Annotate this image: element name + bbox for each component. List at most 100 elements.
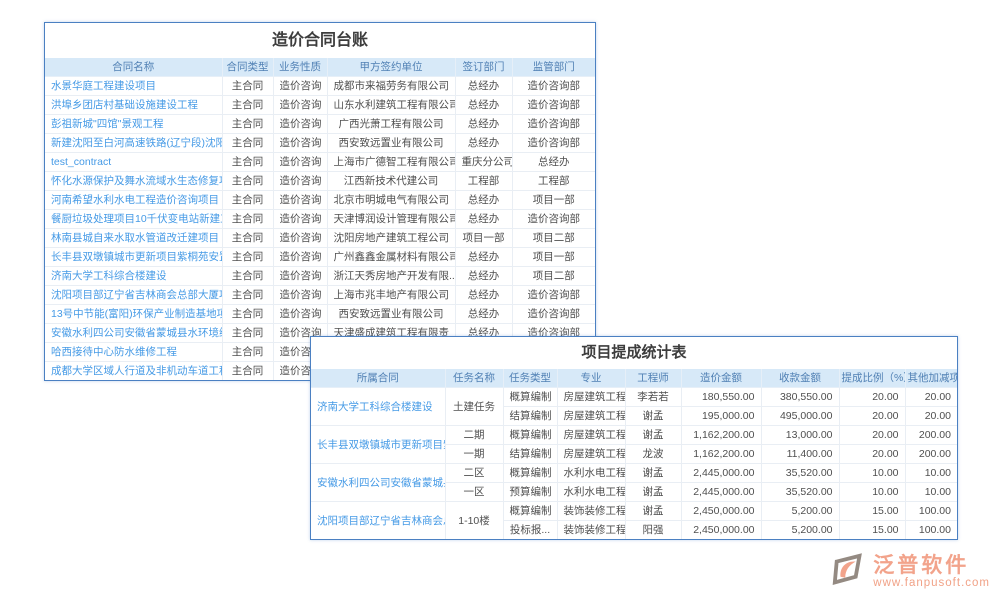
ledger-cell-signing-dept: 总经办 (455, 76, 512, 95)
commission-row: 沈阳项目部辽宁省吉林商会总部大厦项目1-10楼概算编制装饰装修工程谢孟2,450… (311, 501, 957, 520)
ledger-cell-contract-type: 主合同 (222, 228, 273, 247)
ledger-cell-contract-name[interactable]: test_contract (45, 152, 222, 171)
commission-cell-specialty: 装饰装修工程 (557, 501, 625, 520)
commission-cell-task-type: 预算编制 (503, 482, 557, 501)
ledger-cell-contract-name[interactable]: 济南大学工科综合楼建设 (45, 266, 222, 285)
ledger-cell-contract-name[interactable]: 13号中节能(富阳)环保产业制造基地项目 (45, 304, 222, 323)
commission-cell-contract[interactable]: 长丰县双墩镇城市更新项目紫桐苑安置点 (311, 425, 445, 463)
ledger-cell-signing-dept: 工程部 (455, 171, 512, 190)
ledger-cell-signing-dept: 总经办 (455, 190, 512, 209)
ledger-cell-contract-name[interactable]: 怀化水源保护及舞水流域水生态修复项目合 (45, 171, 222, 190)
ledger-cell-business-nature: 造价咨询 (273, 285, 327, 304)
ledger-cell-contract-name[interactable]: 水景华庭工程建设项目 (45, 76, 222, 95)
commission-cell-task-type: 概算编制 (503, 425, 557, 444)
commission-cell-task-type: 投标报... (503, 520, 557, 539)
commission-cell-received-amount: 5,200.00 (761, 520, 839, 539)
commission-header-row: 所属合同任务名称任务类型专业工程师造价金额收款金额提成比例（%）其他加减项 (311, 369, 957, 387)
ledger-cell-signing-dept: 总经办 (455, 95, 512, 114)
ledger-cell-contract-name[interactable]: 林南县城自来水取水管道改迁建项目（二期 (45, 228, 222, 247)
commission-cell-task-name: 土建任务 (445, 387, 503, 425)
ledger-cell-contract-name[interactable]: 新建沈阳至白河高速铁路(辽宁段)沈阳枢纽 (45, 133, 222, 152)
ledger-cell-contract-type: 主合同 (222, 247, 273, 266)
ledger-cell-party-a-unit: 上海市广德智工程有限公司 (327, 152, 455, 171)
ledger-cell-signing-dept: 项目一部 (455, 228, 512, 247)
ledger-cell-contract-name[interactable]: 长丰县双墩镇城市更新项目紫桐苑安置点 (45, 247, 222, 266)
commission-cell-task-type: 概算编制 (503, 501, 557, 520)
ledger-cell-party-a-unit: 西安致远置业有限公司 (327, 133, 455, 152)
ledger-cell-signing-dept: 重庆分公司 (455, 152, 512, 171)
ledger-cell-signing-dept: 总经办 (455, 114, 512, 133)
commission-cell-received-amount: 5,200.00 (761, 501, 839, 520)
ledger-cell-supervising-dept: 造价咨询部 (512, 76, 595, 95)
commission-cell-contract[interactable]: 沈阳项目部辽宁省吉林商会总部大厦项目 (311, 501, 445, 539)
ledger-cell-contract-type: 主合同 (222, 152, 273, 171)
commission-cell-task-type: 结算编制 (503, 406, 557, 425)
ledger-cell-business-nature: 造价咨询 (273, 266, 327, 285)
ledger-row: 餐厨垃圾处理项目10千伏变电站新建工程主合同造价咨询天津博润设计管理有限公司总经… (45, 209, 595, 228)
ledger-col-contract-name: 合同名称 (45, 58, 222, 76)
commission-cell-specialty: 房屋建筑工程 (557, 387, 625, 406)
ledger-cell-party-a-unit: 浙江天秀房地产开发有限... (327, 266, 455, 285)
ledger-cell-contract-type: 主合同 (222, 304, 273, 323)
commission-title: 项目提成统计表 (311, 337, 957, 369)
ledger-cell-party-a-unit: 广州鑫鑫金属材料有限公司 (327, 247, 455, 266)
ledger-cell-contract-name[interactable]: 沈阳项目部辽宁省吉林商会总部大厦项目 (45, 285, 222, 304)
ledger-cell-contract-type: 主合同 (222, 114, 273, 133)
commission-col-commission-ratio: 提成比例（%） (839, 369, 905, 387)
ledger-cell-party-a-unit: 沈阳房地产建筑工程公司 (327, 228, 455, 247)
ledger-cell-contract-type: 主合同 (222, 133, 273, 152)
commission-cell-commission-ratio: 10.00 (839, 463, 905, 482)
ledger-cell-contract-name[interactable]: 彭祖新城"四馆"景观工程 (45, 114, 222, 133)
commission-col-task-name: 任务名称 (445, 369, 503, 387)
commission-cell-other-adjustment: 100.00 (905, 520, 957, 539)
commission-col-cost-amount: 造价金额 (681, 369, 761, 387)
commission-cell-other-adjustment: 10.00 (905, 463, 957, 482)
ledger-cell-signing-dept: 总经办 (455, 285, 512, 304)
ledger-cell-contract-name[interactable]: 成都大学区域人行道及非机动车道工程施工 (45, 361, 222, 380)
ledger-cell-contract-name[interactable]: 洪埠乡团店村基础设施建设工程 (45, 95, 222, 114)
ledger-cell-signing-dept: 总经办 (455, 133, 512, 152)
commission-cell-other-adjustment: 200.00 (905, 425, 957, 444)
ledger-cell-business-nature: 造价咨询 (273, 304, 327, 323)
commission-cell-task-name: 一区 (445, 482, 503, 501)
commission-cell-commission-ratio: 20.00 (839, 444, 905, 463)
commission-cell-received-amount: 380,550.00 (761, 387, 839, 406)
commission-cell-cost-amount: 1,162,200.00 (681, 444, 761, 463)
ledger-row: 长丰县双墩镇城市更新项目紫桐苑安置点主合同造价咨询广州鑫鑫金属材料有限公司总经办… (45, 247, 595, 266)
ledger-row: 13号中节能(富阳)环保产业制造基地项目主合同造价咨询西安致远置业有限公司总经办… (45, 304, 595, 323)
ledger-cell-contract-type: 主合同 (222, 285, 273, 304)
ledger-cell-party-a-unit: 北京市明城电气有限公司 (327, 190, 455, 209)
ledger-cell-contract-name[interactable]: 餐厨垃圾处理项目10千伏变电站新建工程 (45, 209, 222, 228)
ledger-cell-business-nature: 造价咨询 (273, 133, 327, 152)
ledger-cell-contract-name[interactable]: 安徽水利四公司安徽省蒙城县水环境综合治 (45, 323, 222, 342)
ledger-cell-business-nature: 造价咨询 (273, 190, 327, 209)
ledger-cell-supervising-dept: 总经办 (512, 152, 595, 171)
logo-url: www.fanpusoft.com (873, 577, 990, 589)
ledger-cell-contract-name[interactable]: 河南希望水利水电工程造价咨询项目 (45, 190, 222, 209)
ledger-cell-supervising-dept: 项目一部 (512, 190, 595, 209)
commission-cell-cost-amount: 1,162,200.00 (681, 425, 761, 444)
ledger-row: 林南县城自来水取水管道改迁建项目（二期主合同造价咨询沈阳房地产建筑工程公司项目一… (45, 228, 595, 247)
commission-cell-contract[interactable]: 安徽水利四公司安徽省蒙城县水环境综合治 (311, 463, 445, 501)
ledger-cell-business-nature: 造价咨询 (273, 114, 327, 133)
ledger-cell-supervising-dept: 项目一部 (512, 247, 595, 266)
commission-cell-received-amount: 35,520.00 (761, 482, 839, 501)
commission-cell-received-amount: 11,400.00 (761, 444, 839, 463)
commission-cell-other-adjustment: 10.00 (905, 482, 957, 501)
ledger-col-signing-dept: 签订部门 (455, 58, 512, 76)
commission-cell-specialty: 房屋建筑工程 (557, 444, 625, 463)
commission-cell-task-type: 概算编制 (503, 463, 557, 482)
commission-cell-engineer: 李若若 (625, 387, 681, 406)
ledger-cell-supervising-dept: 造价咨询部 (512, 285, 595, 304)
ledger-cell-contract-type: 主合同 (222, 361, 273, 380)
commission-col-engineer: 工程师 (625, 369, 681, 387)
commission-cell-contract[interactable]: 济南大学工科综合楼建设 (311, 387, 445, 425)
ledger-cell-signing-dept: 总经办 (455, 209, 512, 228)
ledger-cell-contract-name[interactable]: 哈西接待中心防水维修工程 (45, 342, 222, 361)
commission-panel: 项目提成统计表 所属合同任务名称任务类型专业工程师造价金额收款金额提成比例（%）… (310, 336, 958, 540)
ledger-row: 水景华庭工程建设项目主合同造价咨询成都市来福劳务有限公司总经办造价咨询部 (45, 76, 595, 95)
commission-cell-specialty: 水利水电工程 (557, 463, 625, 482)
commission-cell-commission-ratio: 10.00 (839, 482, 905, 501)
ledger-cell-supervising-dept: 造价咨询部 (512, 209, 595, 228)
commission-row: 安徽水利四公司安徽省蒙城县水环境综合治二区概算编制水利水电工程谢孟2,445,0… (311, 463, 957, 482)
